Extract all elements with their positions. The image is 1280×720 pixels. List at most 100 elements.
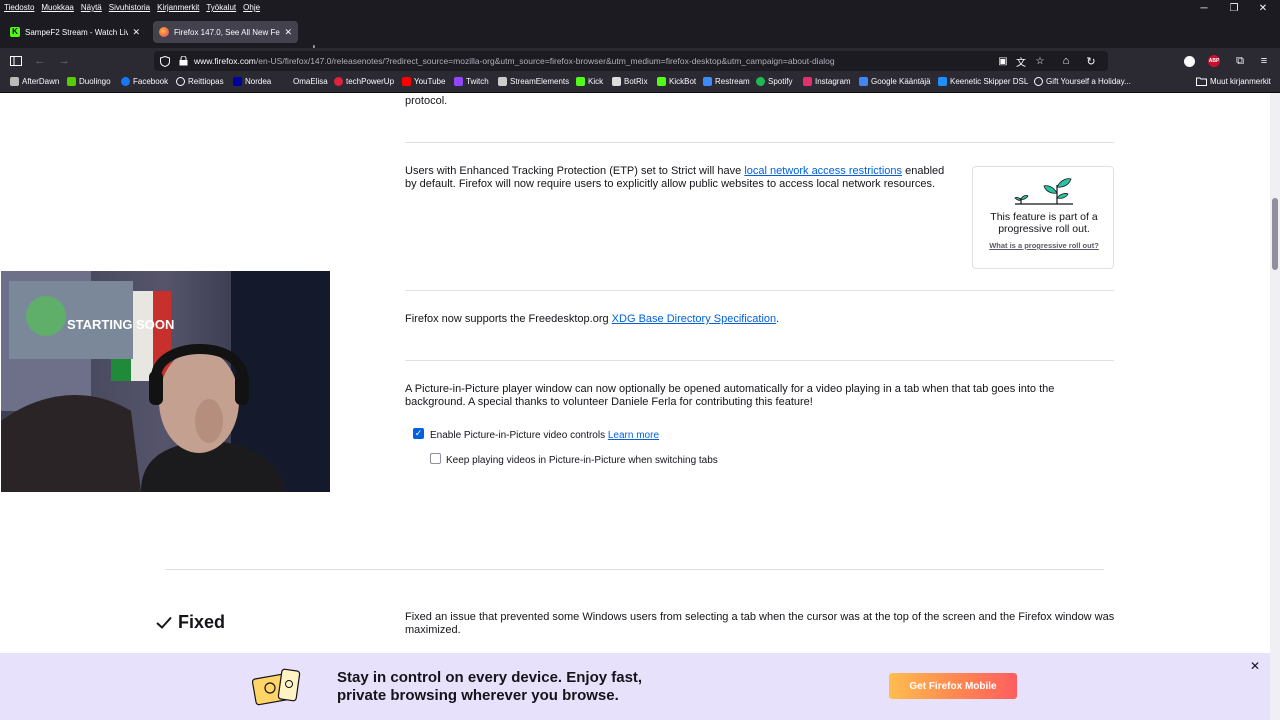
bookmark-techpowerup[interactable]: techPowerUp bbox=[334, 77, 394, 86]
enable-pip-option: Enable Picture-in-Picture video controls… bbox=[430, 429, 659, 442]
close-window-button[interactable]: ✕ bbox=[1246, 1, 1280, 15]
progressive-rollout-card: This feature is part of a progressive ro… bbox=[972, 166, 1114, 269]
get-firefox-mobile-button[interactable]: Get Firefox Mobile bbox=[889, 673, 1017, 699]
xdg-text: . bbox=[776, 313, 780, 325]
bookmark-label: Duolingo bbox=[79, 77, 111, 86]
bookmark-keenetic[interactable]: Keenetic Skipper DSL bbox=[938, 77, 1028, 86]
extensions-icon[interactable]: ⧉ bbox=[1231, 52, 1249, 70]
bookmark-star-icon[interactable]: ☆ bbox=[1033, 54, 1047, 68]
xdg-spec-link[interactable]: XDG Base Directory Specification bbox=[612, 313, 776, 325]
bookmark-afterdawn[interactable]: AfterDawn bbox=[10, 77, 59, 86]
bookmark-kick[interactable]: Kick bbox=[576, 77, 603, 86]
folder-icon bbox=[1196, 77, 1207, 86]
scrollbar-thumb[interactable] bbox=[1272, 198, 1278, 270]
bookmark-streamelements[interactable]: StreamElements bbox=[498, 77, 569, 86]
bookmark-label: Spotify bbox=[768, 77, 793, 86]
menu-list: Tiedosto Muokkaa Näytä Sivuhistoria Kirj… bbox=[4, 3, 260, 12]
bookmark-label: Restream bbox=[715, 77, 750, 86]
menu-tiedosto[interactable]: Tiedosto bbox=[4, 3, 34, 12]
close-promo-icon[interactable]: ✕ bbox=[1248, 659, 1262, 673]
other-bookmarks[interactable]: Muut kirjanmerkit bbox=[1196, 77, 1271, 86]
bookmark-youtube[interactable]: YouTube bbox=[402, 77, 445, 86]
shield-icon[interactable] bbox=[158, 54, 172, 68]
bookmark-duolingo[interactable]: Duolingo bbox=[67, 77, 111, 86]
youtube-favicon-icon bbox=[402, 77, 411, 86]
bookmark-facebook[interactable]: Facebook bbox=[121, 77, 168, 86]
promo-message: Stay in control on every device. Enjoy f… bbox=[337, 669, 642, 705]
promo-line-2: private browsing wherever you browse. bbox=[337, 687, 619, 704]
url-host: www.firefox.com bbox=[194, 56, 256, 66]
close-tab-icon[interactable]: ✕ bbox=[132, 27, 140, 38]
facebook-favicon-icon bbox=[121, 77, 130, 86]
menu-kirjanmerkit[interactable]: Kirjanmerkit bbox=[157, 3, 199, 12]
fixed-heading-text: Fixed bbox=[178, 612, 226, 632]
bookmark-google-kaantaja[interactable]: Google Kääntäjä bbox=[859, 77, 931, 86]
keenetic-favicon-icon bbox=[938, 77, 947, 86]
bookmark-label: Google Kääntäjä bbox=[871, 77, 931, 86]
nordea-favicon-icon bbox=[233, 77, 242, 86]
checkmark-icon bbox=[156, 616, 172, 629]
menu-muokkaa[interactable]: Muokkaa bbox=[41, 3, 73, 12]
divider bbox=[405, 290, 1114, 291]
duolingo-favicon-icon bbox=[67, 77, 76, 86]
app-menu-icon[interactable]: ≡ bbox=[1255, 52, 1273, 70]
menu-sivuhistoria[interactable]: Sivuhistoria bbox=[109, 3, 150, 12]
globe-icon bbox=[1034, 77, 1043, 86]
divider bbox=[405, 142, 1114, 143]
bookmark-spotify[interactable]: Spotify bbox=[756, 77, 792, 86]
bookmark-gift-holiday[interactable]: Gift Yourself a Holiday... bbox=[1034, 77, 1131, 86]
reload-icon[interactable]: ↻ bbox=[1082, 52, 1100, 70]
progressive-rollout-link[interactable]: What is a progressive roll out? bbox=[989, 241, 1099, 251]
lock-icon[interactable] bbox=[176, 54, 190, 68]
checkbox-label[interactable]: Keep playing videos in Picture-in-Pictur… bbox=[446, 454, 718, 467]
bookmark-twitch[interactable]: Twitch bbox=[454, 77, 489, 86]
bookmark-instagram[interactable]: Instagram bbox=[803, 77, 851, 86]
menu-bar: Tiedosto Muokkaa Näytä Sivuhistoria Kirj… bbox=[0, 0, 1280, 16]
checkbox-label[interactable]: Enable Picture-in-Picture video controls bbox=[430, 430, 605, 441]
back-arrow-icon[interactable]: ← bbox=[31, 52, 49, 70]
bookmark-label: AfterDawn bbox=[22, 77, 60, 86]
globe-icon bbox=[176, 77, 185, 86]
kick-favicon-icon: K bbox=[10, 27, 20, 37]
close-tab-icon[interactable]: ✕ bbox=[284, 27, 292, 38]
keep-playing-pip-checkbox[interactable] bbox=[430, 453, 441, 464]
address-bar[interactable]: www.firefox.com/en-US/firefox/147.0/rele… bbox=[154, 51, 1108, 71]
adblock-extension-icon[interactable]: ABP bbox=[1205, 52, 1223, 70]
account-icon[interactable] bbox=[1180, 52, 1198, 70]
url-path: /en-US/firefox/147.0/releasenotes/?redir… bbox=[255, 56, 835, 66]
learn-more-link[interactable]: Learn more bbox=[608, 430, 659, 441]
bookmark-restream[interactable]: Restream bbox=[703, 77, 750, 86]
bookmark-reittiopas[interactable]: Reittiopas bbox=[176, 77, 224, 86]
home-icon[interactable]: ⌂ bbox=[1057, 52, 1075, 70]
reader-view-icon[interactable]: ▣ bbox=[996, 54, 1010, 68]
tab-kick-stream[interactable]: K SampeF2 Stream - Watch Live ✕ bbox=[4, 21, 146, 43]
section-divider bbox=[165, 569, 1104, 570]
menu-ohje[interactable]: Ohje bbox=[243, 3, 260, 12]
other-bookmarks-label: Muut kirjanmerkit bbox=[1210, 77, 1271, 86]
page-scrollbar[interactable] bbox=[1270, 93, 1280, 720]
kickbot-favicon-icon bbox=[657, 77, 666, 86]
bookmark-kickbot[interactable]: KickBot bbox=[657, 77, 696, 86]
translate-icon[interactable]: 文 bbox=[1014, 54, 1028, 69]
menu-nayta[interactable]: Näytä bbox=[81, 3, 102, 12]
bookmark-omaelisa[interactable]: OmaElisa bbox=[281, 77, 328, 86]
pip-note: A Picture-in-Picture player window can n… bbox=[405, 383, 1055, 408]
promo-line-1: Stay in control on every device. Enjoy f… bbox=[337, 669, 643, 686]
enable-pip-checkbox[interactable]: ✓ bbox=[413, 428, 424, 439]
streamelements-favicon-icon bbox=[498, 77, 507, 86]
bookmark-botrix[interactable]: BotRix bbox=[612, 77, 648, 86]
tab-firefox-release-notes[interactable]: Firefox 147.0, See All New Features ✕ bbox=[153, 21, 298, 43]
xdg-note: Firefox now supports the Freedesktop.org… bbox=[405, 313, 779, 326]
etp-text: Users with Enhanced Tracking Protection … bbox=[405, 165, 745, 177]
webcam-video: STARTING SOON bbox=[1, 271, 330, 492]
sprout-icon bbox=[1014, 178, 1073, 205]
menu-tyokalut[interactable]: Työkalut bbox=[206, 3, 236, 12]
forward-arrow-icon[interactable]: → bbox=[55, 52, 73, 70]
bookmark-label: BotRix bbox=[624, 77, 648, 86]
local-network-restrictions-link[interactable]: local network access restrictions bbox=[744, 165, 902, 177]
navigation-toolbar: ← → www.firefox.com/en-US/firefox/147.0/… bbox=[0, 48, 1280, 73]
sidebar-icon[interactable] bbox=[7, 52, 25, 70]
bookmark-nordea[interactable]: Nordea bbox=[233, 77, 271, 86]
minimize-button[interactable]: ─ bbox=[1187, 1, 1221, 15]
page-content: protocol. Users with Enhanced Tracking P… bbox=[0, 93, 1270, 720]
